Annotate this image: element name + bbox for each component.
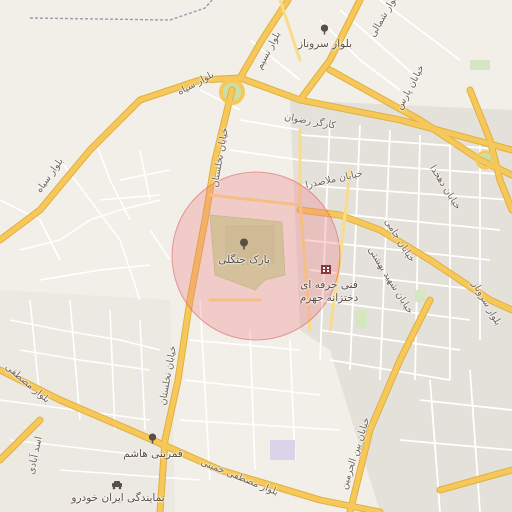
technical-school-label[interactable]: فنی حرفه ای دختزانه جهرم [292, 279, 366, 305]
green-patch [470, 60, 490, 70]
ghamarbani-hashem-label[interactable]: قمربنی هاشم [120, 448, 186, 461]
technical-school-line2: دختزانه جهرم [299, 292, 359, 304]
technical-school-line1: فنی حرفه ای [300, 279, 358, 291]
purple-patch [270, 440, 295, 460]
iran-khodro-agency-label[interactable]: نمایندگی ایران خودرو [70, 492, 166, 505]
forest-park-label[interactable]: پارک جنگلی [214, 254, 274, 267]
green-patch [415, 290, 425, 302]
green-patch [355, 310, 367, 328]
sarvnaz-blvd-poi-label[interactable]: بلوار سروناز [293, 38, 357, 51]
map-canvas[interactable]: پارک جنگلی فنی حرفه ای دختزانه جهرم بلوا… [0, 0, 512, 512]
